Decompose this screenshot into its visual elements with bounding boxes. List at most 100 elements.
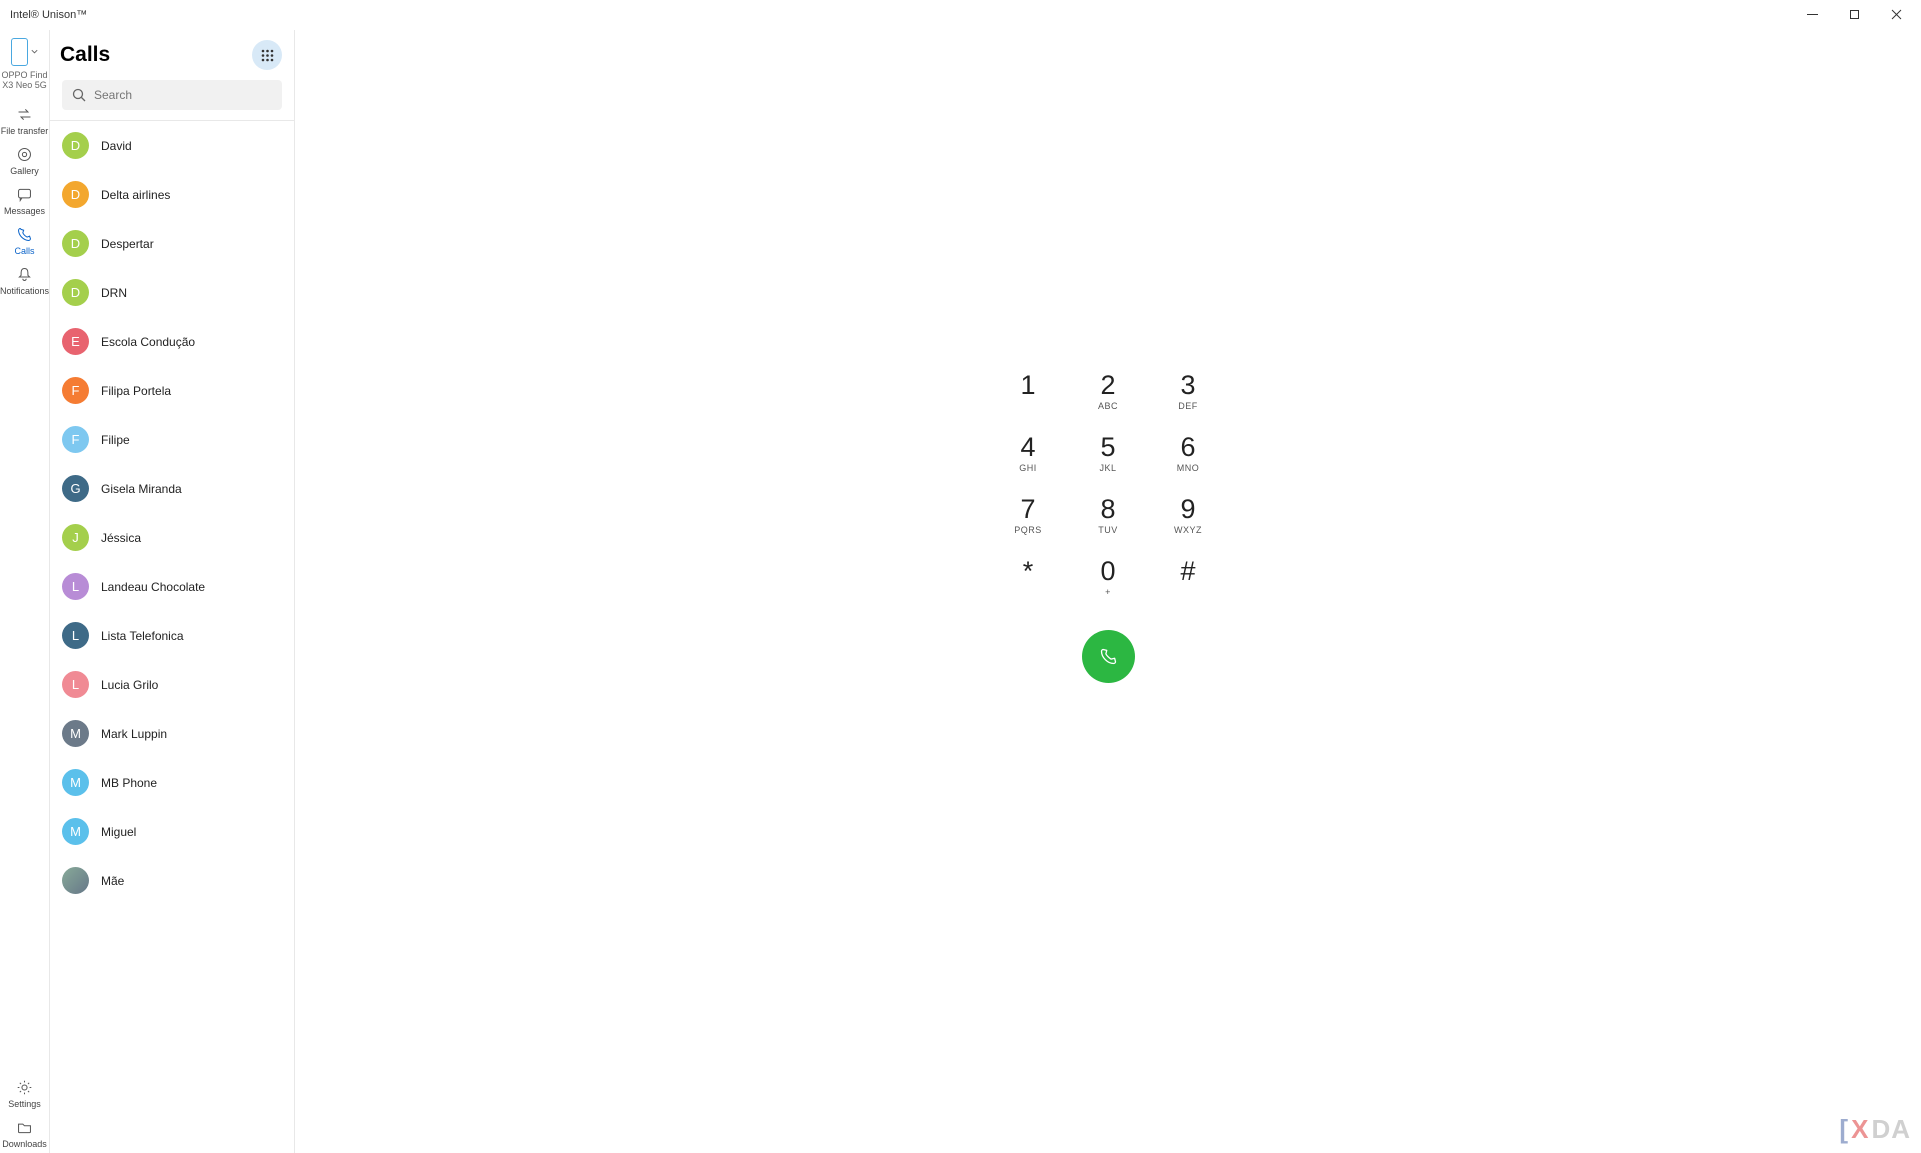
- dialpad-key-#[interactable]: #: [1163, 558, 1213, 620]
- gallery-icon: [16, 146, 33, 163]
- nav-label: Gallery: [10, 166, 39, 176]
- folder-icon: [16, 1119, 33, 1136]
- key-letters: ABC: [1098, 401, 1118, 411]
- contact-row[interactable]: EEscola Condução: [50, 317, 294, 366]
- nav-label: Calls: [14, 246, 34, 256]
- avatar: D: [62, 181, 89, 208]
- avatar: D: [62, 279, 89, 306]
- dialpad-key-6[interactable]: 6MNO: [1163, 434, 1213, 496]
- avatar: M: [62, 720, 89, 747]
- dialpad-key-7[interactable]: 7PQRS: [1003, 496, 1053, 558]
- contact-name: Lucia Grilo: [101, 678, 158, 692]
- contact-row[interactable]: MMB Phone: [50, 758, 294, 807]
- avatar: F: [62, 426, 89, 453]
- avatar: L: [62, 671, 89, 698]
- call-button[interactable]: [1082, 630, 1135, 683]
- device-selector[interactable]: [11, 34, 39, 68]
- key-digit: *: [1023, 558, 1034, 585]
- key-digit: 8: [1100, 496, 1115, 523]
- titlebar: Intel® Unison™: [0, 0, 1921, 30]
- avatar: J: [62, 524, 89, 551]
- key-digit: #: [1180, 558, 1195, 585]
- contact-row[interactable]: L Lista Telefonica: [50, 611, 294, 660]
- avatar: M: [62, 769, 89, 796]
- dialpad-key-0[interactable]: 0+: [1083, 558, 1133, 620]
- contact-row[interactable]: M Miguel: [50, 807, 294, 856]
- key-digit: 5: [1100, 434, 1115, 461]
- nav-label: Notifications: [0, 286, 49, 296]
- maximize-button[interactable]: [1833, 1, 1875, 29]
- contact-row[interactable]: F Filipe: [50, 415, 294, 464]
- dialpad-key-9[interactable]: 9WXYZ: [1163, 496, 1213, 558]
- dialpad-key-5[interactable]: 5 JKL: [1083, 434, 1133, 496]
- search-box[interactable]: [62, 80, 282, 110]
- phone-icon: [1098, 646, 1119, 667]
- contact-row[interactable]: L Lucia Grilo: [50, 660, 294, 709]
- contact-name: Delta airlines: [101, 188, 170, 202]
- key-letters: WXYZ: [1174, 525, 1202, 535]
- window-title: Intel® Unison™: [10, 9, 87, 21]
- key-digit: 4: [1020, 434, 1035, 461]
- main-pane: 12ABC3DEF4GHI5JKL6MNO7PQRS8TUV9WXYZ*0+#: [295, 30, 1921, 1153]
- avatar: [62, 867, 89, 894]
- contacts-list: DDavid D Delta airlines DDespertar D DRN EEsco…: [50, 121, 294, 1153]
- dialpad-key-*[interactable]: *: [1003, 558, 1053, 620]
- contact-row[interactable]: D Delta airlines: [50, 170, 294, 219]
- avatar: F: [62, 377, 89, 404]
- nav-file-transfer[interactable]: File transfer: [0, 100, 50, 140]
- contact-row[interactable]: DDavid: [50, 121, 294, 170]
- contact-row[interactable]: Mãe: [50, 856, 294, 905]
- avatar: L: [62, 622, 89, 649]
- contact-name: Mark Luppin: [101, 727, 167, 741]
- contact-row[interactable]: LLandeau Chocolate: [50, 562, 294, 611]
- dialpad-key-4[interactable]: 4GHI: [1003, 434, 1053, 496]
- contact-name: David: [101, 139, 132, 153]
- nav-downloads[interactable]: Downloads: [0, 1113, 50, 1153]
- sidebar: OPPO Find X3 Neo 5G File transfer Galler…: [0, 30, 50, 1153]
- contact-name: Lista Telefonica: [101, 629, 184, 643]
- nav-calls[interactable]: Calls: [0, 220, 50, 260]
- key-letters: JKL: [1099, 463, 1116, 473]
- key-letters: DEF: [1178, 401, 1198, 411]
- contact-name: Miguel: [101, 825, 136, 839]
- contact-row[interactable]: JJéssica: [50, 513, 294, 562]
- contact-name: Mãe: [101, 874, 124, 888]
- contact-name: DRN: [101, 286, 127, 300]
- avatar: G: [62, 475, 89, 502]
- nav-gallery[interactable]: Gallery: [0, 140, 50, 180]
- dialpad: 12ABC3DEF4GHI5JKL6MNO7PQRS8TUV9WXYZ*0+#: [1003, 372, 1213, 683]
- avatar: M: [62, 818, 89, 845]
- nav-settings[interactable]: Settings: [0, 1073, 50, 1113]
- close-button[interactable]: [1875, 1, 1917, 29]
- key-digit: 2: [1100, 372, 1115, 399]
- nav-messages[interactable]: Messages: [0, 180, 50, 220]
- contact-row[interactable]: DDespertar: [50, 219, 294, 268]
- contact-row[interactable]: F Filipa Portela: [50, 366, 294, 415]
- dialpad-key-8[interactable]: 8 TUV: [1083, 496, 1133, 558]
- contact-name: Filipa Portela: [101, 384, 171, 398]
- contact-name: Gisela Miranda: [101, 482, 182, 496]
- page-title: Calls: [60, 43, 110, 67]
- avatar: E: [62, 328, 89, 355]
- contact-row[interactable]: G Gisela Miranda: [50, 464, 294, 513]
- dialpad-toggle-button[interactable]: [252, 40, 282, 70]
- dialpad-key-3[interactable]: 3DEF: [1163, 372, 1213, 434]
- dialpad-key-2[interactable]: 2 ABC: [1083, 372, 1133, 434]
- key-digit: 6: [1180, 434, 1195, 461]
- transfer-icon: [16, 106, 33, 123]
- minimize-button[interactable]: [1791, 1, 1833, 29]
- nav-notifications[interactable]: Notifications: [0, 260, 50, 300]
- key-letters: TUV: [1098, 525, 1118, 535]
- key-digit: 0: [1100, 558, 1115, 585]
- device-name: OPPO Find X3 Neo 5G: [0, 68, 49, 100]
- key-digit: 1: [1020, 372, 1035, 399]
- key-letters: +: [1105, 587, 1111, 597]
- search-input[interactable]: [94, 88, 272, 102]
- dialpad-key-1[interactable]: 1: [1003, 372, 1053, 434]
- contact-row[interactable]: M Mark Luppin: [50, 709, 294, 758]
- contacts-pane: Calls DDavid D Delta airlines DDespertar D DR…: [50, 30, 295, 1153]
- chevron-down-icon: [30, 43, 39, 61]
- contact-name: Filipe: [101, 433, 130, 447]
- contact-row[interactable]: D DRN: [50, 268, 294, 317]
- watermark: [XDA: [1839, 1114, 1911, 1145]
